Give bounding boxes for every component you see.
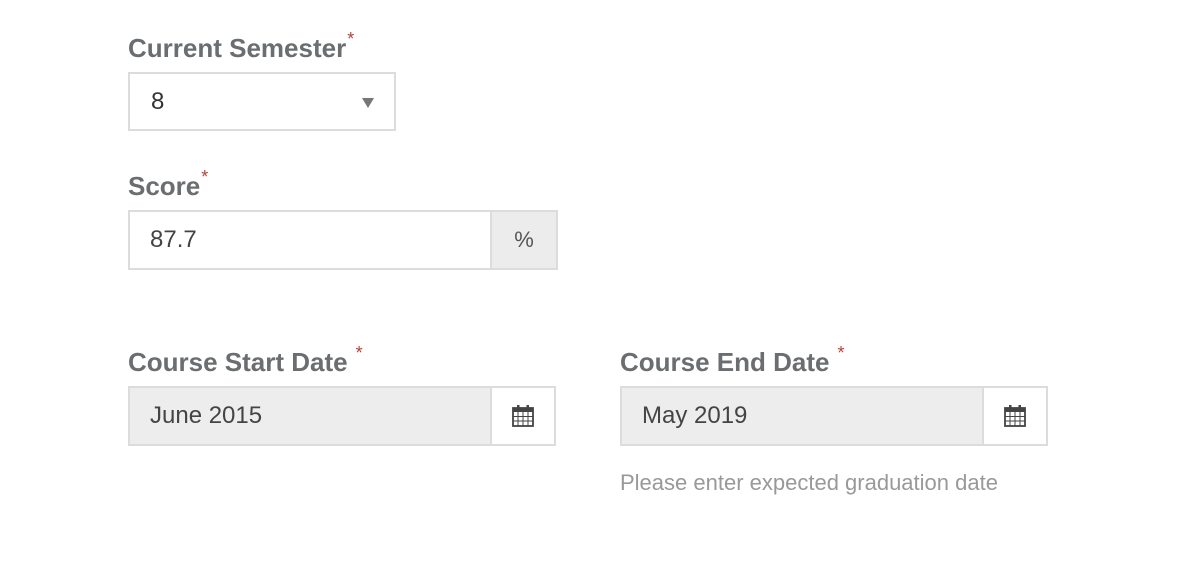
end-date-label: Course End Date *: [620, 344, 845, 375]
end-date-input-group: May 2019: [620, 386, 1048, 446]
required-asterisk: *: [355, 343, 363, 363]
semester-select[interactable]: 8: [128, 72, 396, 131]
calendar-icon: [1004, 405, 1026, 427]
percent-addon: %: [490, 212, 556, 268]
end-date-value: May 2019: [642, 402, 748, 429]
start-date-label-text: Course Start Date: [128, 347, 348, 377]
score-input-value: 87.7: [150, 226, 197, 253]
score-input-group: 87.7 %: [128, 210, 558, 270]
score-input[interactable]: 87.7: [130, 212, 490, 268]
end-date-input[interactable]: May 2019: [622, 388, 982, 444]
start-date-input[interactable]: June 2015: [130, 388, 490, 444]
start-date-calendar-button[interactable]: [490, 388, 554, 444]
start-date-input-group: June 2015: [128, 386, 556, 446]
score-label-text: Score: [128, 171, 201, 201]
chevron-down-icon: [362, 98, 374, 108]
semester-label: Current Semester*: [128, 30, 354, 61]
semester-select-value: 8: [151, 88, 165, 115]
calendar-icon: [512, 405, 534, 427]
score-label: Score*: [128, 168, 208, 199]
required-asterisk: *: [347, 29, 355, 49]
start-date-label: Course Start Date *: [128, 344, 363, 375]
start-date-value: June 2015: [150, 402, 263, 429]
semester-label-text: Current Semester: [128, 33, 347, 63]
end-date-calendar-button[interactable]: [982, 388, 1046, 444]
end-date-label-text: Course End Date: [620, 347, 830, 377]
required-asterisk: *: [837, 343, 845, 363]
required-asterisk: *: [201, 167, 209, 187]
end-date-help-text: Please enter expected graduation date: [620, 470, 998, 495]
